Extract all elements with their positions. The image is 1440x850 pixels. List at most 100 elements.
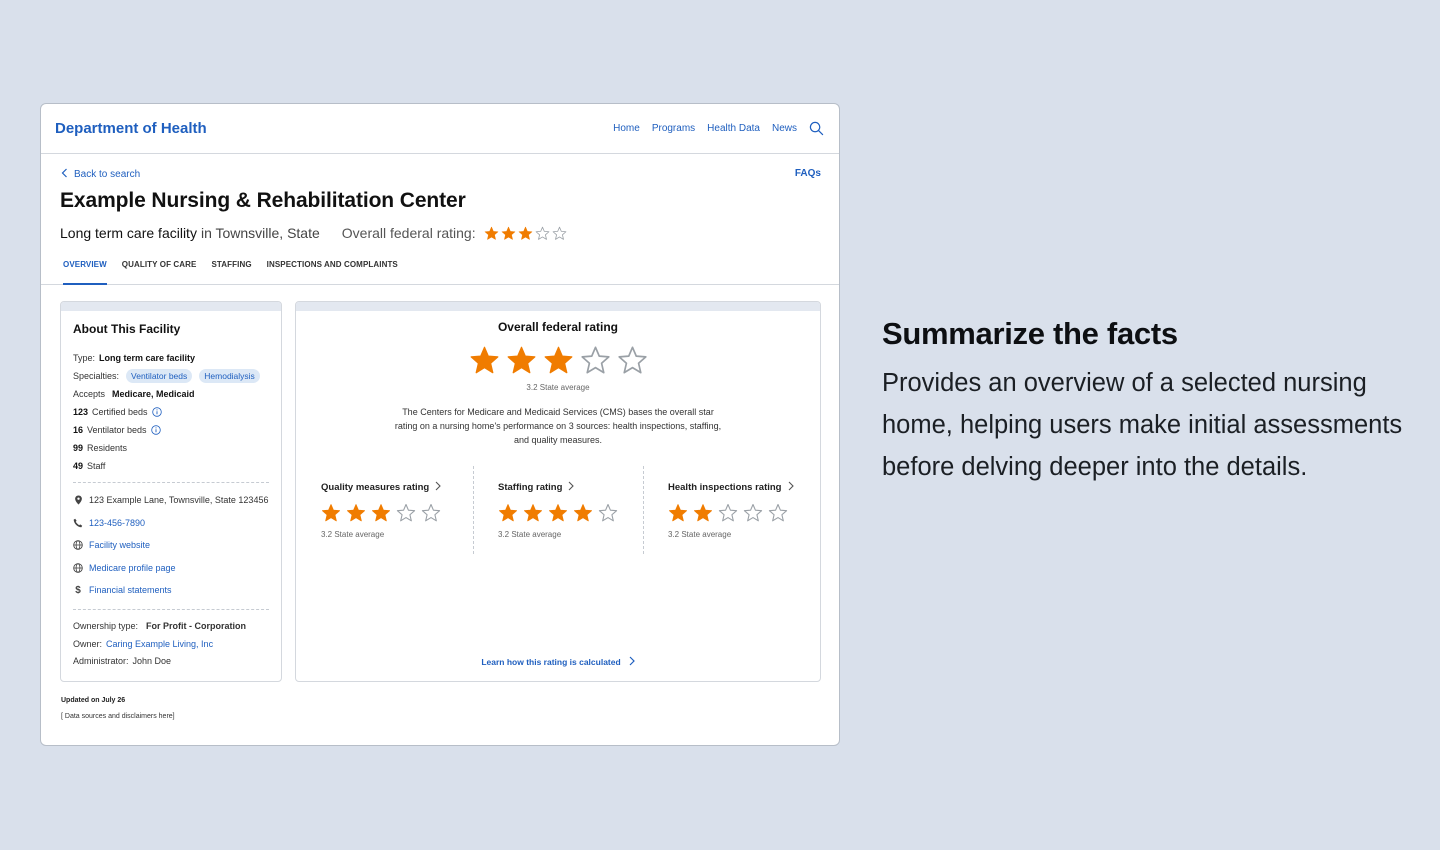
dollar-icon: $ xyxy=(75,584,81,596)
nav-home-link[interactable]: Home xyxy=(613,123,640,134)
chevron-right-icon xyxy=(629,656,635,668)
star-empty-icon xyxy=(580,345,611,376)
staff-count: 49 xyxy=(73,461,84,471)
section-divider xyxy=(73,608,269,610)
ownership-value: For Profit - Corporation xyxy=(146,621,247,632)
location-pin-icon xyxy=(73,495,83,505)
main-nav: Home Programs Health Data News xyxy=(613,121,825,137)
accepts-value: Medicare, Medicaid xyxy=(112,389,195,399)
owner-link[interactable]: Caring Example Living, Inc xyxy=(106,639,213,649)
star-filled-icon xyxy=(523,503,543,523)
website-row: Facility website xyxy=(73,534,269,557)
health-inspections-rating: Health inspections rating 3.2 State aver… xyxy=(668,466,794,554)
facility-header: Back to search FAQs Example Nursing & Re… xyxy=(41,154,839,285)
star-empty-icon xyxy=(743,503,763,523)
chevron-left-icon xyxy=(61,168,68,181)
staffing-rating-link[interactable]: Staffing rating xyxy=(498,481,618,494)
data-sources-note[interactable]: [ Data sources and disclaimers here] xyxy=(61,713,175,720)
star-filled-icon xyxy=(518,226,533,241)
specialty-pill[interactable]: Hemodialysis xyxy=(199,369,260,383)
health-inspections-rating-label: Health inspections rating xyxy=(668,482,782,493)
certified-beds-label: Certified beds xyxy=(92,407,148,417)
type-label: Type: xyxy=(73,353,96,363)
phone-icon xyxy=(73,518,83,528)
facility-tabs: OVERVIEW QUALITY OF CARE STAFFING INSPEC… xyxy=(63,255,398,285)
accepts-label: Accepts xyxy=(73,389,106,399)
facility-address: 123 Example Lane, Townsville, State 1234… xyxy=(89,495,269,506)
staffing-rating-label: Staffing rating xyxy=(498,482,563,493)
card-top-band xyxy=(296,302,820,311)
quality-measures-rating-link[interactable]: Quality measures rating xyxy=(321,481,442,494)
medicare-row: Medicare profile page xyxy=(73,557,269,580)
financial-row: $ Financial statements xyxy=(73,579,269,602)
residents-row: 99 Residents xyxy=(73,439,269,457)
overall-rating-stars xyxy=(484,226,567,241)
federal-rating-card: Overall federal rating 3.2 State average… xyxy=(295,301,821,682)
owner-label: Owner: xyxy=(73,638,103,649)
phone-row: 123-456-7890 xyxy=(73,512,269,535)
faqs-link[interactable]: FAQs xyxy=(795,168,821,179)
accepts-row: Accepts Medicare, Medicaid xyxy=(73,385,269,403)
star-filled-icon xyxy=(693,503,713,523)
nav-news-link[interactable]: News xyxy=(772,123,797,134)
chevron-right-icon xyxy=(568,481,575,494)
star-filled-icon xyxy=(501,226,516,241)
updated-date: Updated on July 26 xyxy=(61,697,126,704)
sub-ratings: Quality measures rating 3.2 State averag… xyxy=(296,466,820,554)
search-icon[interactable] xyxy=(809,121,825,137)
learn-rating-link[interactable]: Learn how this rating is calculated xyxy=(296,656,820,668)
administrator-row: Administrator: John Doe xyxy=(73,653,269,671)
tab-quality-of-care[interactable]: QUALITY OF CARE xyxy=(122,255,197,285)
vertical-divider xyxy=(473,466,474,554)
staff-label: Staff xyxy=(87,461,106,471)
overall-rating-label: Overall federal rating: xyxy=(341,225,476,241)
star-filled-icon xyxy=(543,345,574,376)
financial-statements-link[interactable]: Financial statements xyxy=(89,585,172,595)
specialty-pill[interactable]: Ventilator beds xyxy=(126,369,193,383)
certified-beds-row: 123 Certified beds xyxy=(73,403,269,421)
specialties-label: Specialties: xyxy=(73,371,120,381)
state-average: 3.2 State average xyxy=(526,383,590,392)
star-filled-icon xyxy=(668,503,688,523)
tab-overview[interactable]: OVERVIEW xyxy=(63,255,107,285)
medicare-profile-link[interactable]: Medicare profile page xyxy=(89,563,176,573)
site-brand[interactable]: Department of Health xyxy=(55,120,207,137)
nav-health-data-link[interactable]: Health Data xyxy=(707,123,760,134)
tab-inspections-and-complaints[interactable]: INSPECTIONS AND COMPLAINTS xyxy=(267,255,398,285)
star-filled-icon xyxy=(498,503,518,523)
star-filled-icon xyxy=(371,503,391,523)
feature-description: Summarize the facts Provides an overview… xyxy=(882,316,1422,488)
about-facility-title: About This Facility xyxy=(73,322,181,336)
learn-rating-label: Learn how this rating is calculated xyxy=(481,657,621,667)
staff-row: 49 Staff xyxy=(73,457,269,475)
info-icon[interactable] xyxy=(150,425,161,435)
owner-row: Owner: Caring Example Living, Inc xyxy=(73,635,269,653)
star-filled-icon xyxy=(469,345,500,376)
address-row: 123 Example Lane, Townsville, State 1234… xyxy=(73,489,269,512)
quality-measures-rating: Quality measures rating 3.2 State averag… xyxy=(321,466,442,554)
facility-phone-link[interactable]: 123-456-7890 xyxy=(89,518,145,528)
back-to-search-link[interactable]: Back to search xyxy=(61,168,140,181)
back-to-search-label: Back to search xyxy=(74,169,141,180)
card-top-band xyxy=(61,302,281,311)
federal-rating-title: Overall federal rating xyxy=(497,320,619,334)
rating-description: The Centers for Medicare and Medicaid Se… xyxy=(394,407,722,445)
quality-measures-average: 3.2 State average xyxy=(321,530,385,539)
browser-frame: Department of Health Home Programs Healt… xyxy=(40,103,840,746)
type-value: Long term care facility xyxy=(99,353,196,363)
star-empty-icon xyxy=(552,226,567,241)
star-empty-icon xyxy=(598,503,618,523)
health-inspections-stars xyxy=(668,503,794,523)
certified-beds-count: 123 xyxy=(73,407,89,417)
info-icon[interactable] xyxy=(151,407,162,417)
nav-programs-link[interactable]: Programs xyxy=(652,123,695,134)
page-footer: Updated on July 26 [ Data sources and di… xyxy=(61,697,175,720)
tab-staffing[interactable]: STAFFING xyxy=(211,255,251,285)
page-title: Example Nursing & Rehabilitation Center xyxy=(60,189,466,212)
staffing-rating: Staffing rating 3.2 State average xyxy=(498,466,618,554)
facility-website-link[interactable]: Facility website xyxy=(89,540,150,550)
chevron-right-icon xyxy=(435,481,442,494)
type-row: Type: Long term care facility xyxy=(73,349,269,367)
health-inspections-rating-link[interactable]: Health inspections rating xyxy=(668,481,794,494)
overview-content: About This Facility Type: Long term care… xyxy=(41,285,839,745)
